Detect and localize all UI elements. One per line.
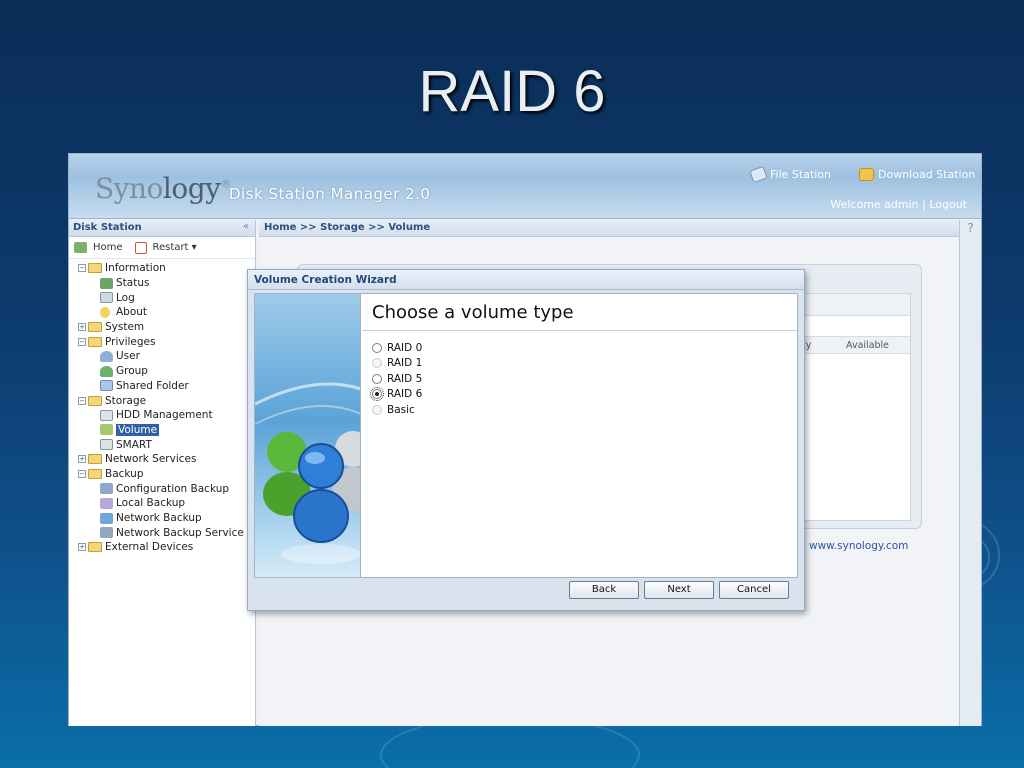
tree-status[interactable]: Status bbox=[69, 276, 255, 291]
synology-logo: Synology® bbox=[95, 172, 231, 205]
download-station-icon bbox=[859, 168, 874, 181]
product-name: Disk Station Manager 2.0 bbox=[229, 185, 431, 203]
volume-type-options: RAID 0 RAID 1 RAID 5 RAID 6 Basic bbox=[362, 331, 797, 427]
download-station-link[interactable]: Download Station bbox=[859, 168, 975, 181]
wizard-buttons: Back Next Cancel bbox=[569, 581, 789, 599]
status-icon bbox=[100, 277, 113, 289]
left-panel: Disk Station « Home Restart ▾ − Informati… bbox=[69, 220, 256, 726]
wizard-users-illustration bbox=[255, 294, 361, 577]
tree-smart[interactable]: SMART bbox=[69, 437, 255, 452]
left-toolbar: Home Restart ▾ bbox=[69, 237, 255, 259]
tree-about[interactable]: About bbox=[69, 305, 255, 320]
network-backup-service-icon bbox=[100, 527, 113, 539]
help-column: ? bbox=[959, 220, 981, 726]
tree-information[interactable]: − Information bbox=[69, 261, 255, 276]
tree-backup[interactable]: − Backup bbox=[69, 467, 255, 482]
tree-group[interactable]: Group bbox=[69, 364, 255, 379]
option-raid6[interactable]: RAID 6 bbox=[370, 387, 787, 403]
tree-privileges[interactable]: − Privileges bbox=[69, 334, 255, 349]
tree-configuration-backup[interactable]: Configuration Backup bbox=[69, 481, 255, 496]
lightbulb-icon bbox=[100, 306, 110, 318]
expand-icon[interactable]: + bbox=[78, 323, 86, 332]
nav-tree: − Information Status Log About + System − P… bbox=[69, 259, 255, 555]
wizard-body: Choose a volume type RAID 0 RAID 1 RAID … bbox=[254, 293, 798, 578]
collapse-icon[interactable]: − bbox=[78, 469, 86, 478]
tree-user[interactable]: User bbox=[69, 349, 255, 364]
user-icon bbox=[100, 350, 113, 362]
home-button[interactable]: Home bbox=[74, 242, 123, 253]
radio-button[interactable] bbox=[372, 373, 382, 384]
users-icon bbox=[255, 382, 360, 564]
radio-button-selected[interactable] bbox=[370, 387, 384, 402]
expand-icon[interactable]: + bbox=[78, 455, 86, 464]
panel-title: Disk Station « bbox=[69, 220, 255, 237]
column-header-available[interactable]: Available bbox=[846, 340, 889, 351]
option-raid1: RAID 1 bbox=[372, 356, 787, 372]
option-raid0[interactable]: RAID 0 bbox=[372, 340, 787, 356]
folder-icon bbox=[88, 542, 102, 553]
collapse-icon[interactable]: − bbox=[78, 396, 86, 405]
shared-folder-icon bbox=[100, 380, 113, 392]
tree-local-backup[interactable]: Local Backup bbox=[69, 496, 255, 511]
radio-button-disabled bbox=[372, 358, 382, 369]
wizard-title: Volume Creation Wizard bbox=[248, 270, 804, 290]
group-icon bbox=[100, 365, 113, 377]
power-icon bbox=[134, 241, 147, 254]
breadcrumb: Home >> Storage >> Volume bbox=[259, 220, 959, 237]
selected-item-label: Volume bbox=[116, 423, 160, 436]
collapse-icon[interactable]: − bbox=[78, 264, 86, 273]
tree-volume[interactable]: Volume bbox=[69, 423, 255, 438]
network-backup-icon bbox=[100, 512, 113, 524]
tree-network-backup[interactable]: Network Backup bbox=[69, 511, 255, 526]
tree-network-backup-service[interactable]: Network Backup Service bbox=[69, 525, 255, 540]
folder-icon bbox=[88, 322, 102, 333]
synology-website-link[interactable]: www.synology.com bbox=[809, 540, 908, 552]
volume-creation-wizard: Volume Creation Wizard Choose a volume t… bbox=[247, 269, 805, 611]
tree-storage[interactable]: − Storage bbox=[69, 393, 255, 408]
expand-icon[interactable]: + bbox=[78, 543, 86, 552]
option-raid5[interactable]: RAID 5 bbox=[372, 371, 787, 387]
home-icon bbox=[74, 242, 87, 253]
tree-external-devices[interactable]: + External Devices bbox=[69, 540, 255, 555]
wizard-heading: Choose a volume type bbox=[362, 294, 797, 331]
radio-button-disabled bbox=[372, 404, 382, 415]
hdd-icon bbox=[100, 409, 113, 421]
tree-log[interactable]: Log bbox=[69, 290, 255, 305]
next-button[interactable]: Next bbox=[644, 581, 714, 599]
tree-network-services[interactable]: + Network Services bbox=[69, 452, 255, 467]
tree-hdd-management[interactable]: HDD Management bbox=[69, 408, 255, 423]
radio-button[interactable] bbox=[372, 342, 382, 353]
folder-icon bbox=[88, 336, 102, 347]
folder-icon bbox=[88, 468, 102, 479]
smart-icon bbox=[100, 439, 113, 451]
welcome-logout[interactable]: Welcome admin | Logout bbox=[830, 198, 967, 211]
dsm-header: Synology® Disk Station Manager 2.0 File … bbox=[69, 154, 981, 219]
option-basic: Basic bbox=[372, 402, 787, 418]
back-button[interactable]: Back bbox=[569, 581, 639, 599]
log-icon bbox=[100, 292, 113, 304]
tree-system[interactable]: + System bbox=[69, 320, 255, 335]
folder-icon bbox=[88, 454, 102, 465]
folder-icon bbox=[88, 263, 102, 274]
tree-shared-folder[interactable]: Shared Folder bbox=[69, 379, 255, 394]
collapse-icon[interactable]: « bbox=[243, 221, 249, 232]
local-backup-icon bbox=[100, 497, 113, 509]
cancel-button[interactable]: Cancel bbox=[719, 581, 789, 599]
wizard-content: Choose a volume type RAID 0 RAID 1 RAID … bbox=[362, 294, 797, 577]
slide-title: RAID 6 bbox=[418, 59, 606, 124]
file-station-link[interactable]: File Station bbox=[749, 165, 831, 184]
config-backup-icon bbox=[100, 483, 113, 495]
folder-icon bbox=[88, 395, 102, 406]
file-station-icon bbox=[749, 165, 768, 184]
help-icon[interactable]: ? bbox=[960, 221, 981, 235]
collapse-icon[interactable]: − bbox=[78, 337, 86, 346]
restart-button[interactable]: Restart ▾ bbox=[134, 241, 197, 254]
volume-icon bbox=[100, 424, 113, 436]
